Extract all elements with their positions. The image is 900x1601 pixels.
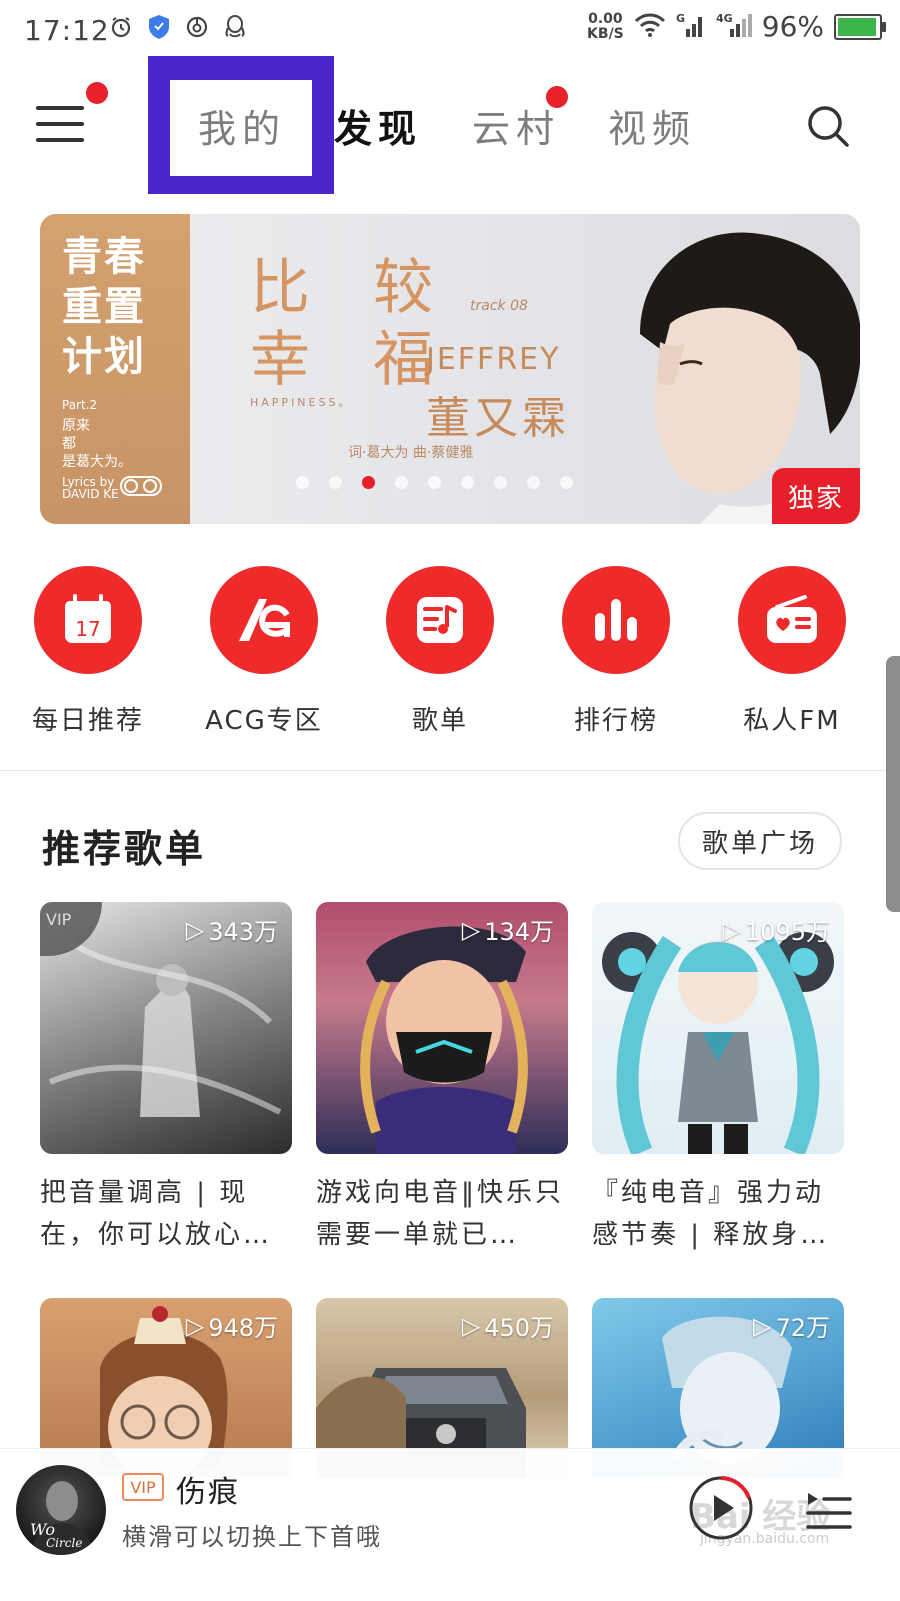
quick-personal-fm[interactable]: 私人FM (712, 566, 872, 737)
banner-pagination (296, 476, 573, 489)
banner-dot[interactable] (329, 476, 342, 489)
queue-icon (806, 1493, 852, 1529)
banner-dot[interactable] (494, 476, 507, 489)
chart-icon (562, 566, 670, 674)
banner-dot[interactable] (428, 476, 441, 489)
now-playing-cover[interactable]: Wo Circle (16, 1465, 106, 1555)
banner-dot[interactable] (296, 476, 309, 489)
tab-video[interactable]: 视频 (608, 98, 696, 153)
tab-mine[interactable]: 我的 (198, 98, 286, 153)
playlist-icon (386, 566, 494, 674)
banner-dot[interactable] (461, 476, 474, 489)
quick-entries: 17 每日推荐 ACG专区 歌单 排行榜 私人FM (0, 566, 900, 736)
playlist-cover: VIP ▷ 343万 (40, 902, 292, 1154)
swipe-hint: 横滑可以切换上下首哦 (122, 1523, 382, 1551)
acg-icon (210, 566, 318, 674)
play-count: ▷ 134万 (461, 915, 554, 947)
banner-artist-en: JEFFREY (426, 342, 561, 377)
scrollbar[interactable] (886, 656, 900, 912)
svg-text:G: G (676, 12, 685, 25)
play-icon: ▷ (722, 915, 741, 944)
playlist-cover: ▷ 1095万 (592, 902, 844, 1154)
playlist-square-button[interactable]: 歌单广场 (678, 812, 842, 870)
banner-dot[interactable] (527, 476, 540, 489)
net-speed: 0.00 KB/S (587, 10, 624, 42)
play-icon: ▷ (461, 915, 481, 944)
playlist-card[interactable]: ▷ 1095万 『纯电音』强力动感节奏 | 释放身… (592, 902, 844, 1256)
banner-album-panel: 青春重置计划 Part.2 原来 都 是葛大为。 Lyrics by DAVID… (40, 214, 190, 524)
playlist-title: 把音量调高 | 现在，你可以放心… (40, 1178, 273, 1250)
play-icon: ▷ (752, 1311, 772, 1340)
playlist-title: 游戏向电音‖快乐只需要一单就已… (316, 1178, 565, 1250)
wifi-icon (634, 12, 666, 42)
netease-icon (184, 14, 210, 40)
search-icon[interactable] (806, 104, 850, 148)
banner-song-title: 比 较 幸 福 (250, 253, 456, 395)
svg-text:17: 17 (75, 617, 100, 641)
play-count: ▷ 343万 (185, 915, 278, 947)
toggle-logo-icon (120, 476, 162, 496)
calendar-icon: 17 (34, 566, 142, 674)
banner-artist-cn: 董又霖 (426, 393, 570, 444)
banner-dot[interactable] (395, 476, 408, 489)
section-divider (0, 770, 900, 771)
quick-daily-recommend[interactable]: 17 每日推荐 (8, 566, 168, 737)
hamburger-icon (36, 106, 84, 110)
play-icon: ▷ (185, 1311, 205, 1340)
menu-notification-dot (86, 82, 108, 104)
play-icon (689, 1476, 753, 1540)
play-count: ▷ 1095万 (722, 915, 830, 947)
banner-track: track 08 (470, 298, 528, 314)
play-icon: ▷ (185, 915, 205, 944)
play-count: ▷ 450万 (461, 1311, 554, 1343)
top-nav: 我的 发现 云村 视频 (0, 56, 900, 194)
svg-text:4G: 4G (716, 12, 733, 25)
svg-text:Circle: Circle (46, 1536, 82, 1550)
quick-playlist[interactable]: 歌单 (360, 566, 520, 737)
banner-album-title: 青春重置计划 (62, 234, 146, 380)
signal-g-icon: G (676, 11, 706, 43)
exclusive-badge: 独家 (772, 468, 860, 524)
play-count: ▷ 72万 (752, 1311, 830, 1343)
play-icon: ▷ (461, 1311, 481, 1340)
shield-icon (146, 14, 172, 40)
menu-button[interactable] (36, 106, 84, 146)
qq-icon (222, 14, 248, 40)
quick-charts[interactable]: 排行榜 (536, 566, 696, 737)
tab-discover[interactable]: 发现 (334, 98, 422, 153)
cloud-village-notification-dot (546, 86, 568, 108)
playlist-cover: ▷ 134万 (316, 902, 568, 1154)
playlist-title: 『纯电音』强力动感节奏 | 释放身… (592, 1178, 830, 1250)
radio-icon (738, 566, 846, 674)
status-time: 17:12 (24, 14, 110, 47)
battery-percent: 96% (761, 10, 824, 43)
signal-4g-icon: 4G (716, 11, 752, 43)
banner-carousel[interactable]: 青春重置计划 Part.2 原来 都 是葛大为。 Lyrics by DAVID… (40, 214, 860, 524)
alarm-icon (108, 14, 134, 40)
play-count: ▷ 948万 (185, 1311, 278, 1343)
banner-dot[interactable] (560, 476, 573, 489)
section-title: 推荐歌单 (42, 827, 207, 871)
banner-dot[interactable] (362, 476, 375, 489)
mini-player[interactable]: Wo Circle VIP 伤痕 横滑可以切换上下首哦 Bai 经验 jingya… (0, 1448, 900, 1601)
play-pause-button[interactable] (688, 1475, 754, 1541)
playlist-queue-button[interactable] (804, 1483, 852, 1535)
now-playing-title: 伤痕 (176, 1475, 240, 1510)
banner-credits: 词·葛大为 曲·蔡健雅 (348, 445, 474, 461)
playlist-card[interactable]: VIP ▷ 343万 把音量调高 | 现在，你可以放心… (40, 902, 292, 1256)
vip-badge: VIP (122, 1473, 164, 1501)
battery-icon (834, 13, 886, 40)
playlist-card[interactable]: ▷ 134万 游戏向电音‖快乐只需要一单就已… (316, 902, 568, 1256)
tab-cloud-village[interactable]: 云村 (472, 98, 560, 153)
status-bar: 17:12 0.00 KB/S G 4G 96% (0, 0, 900, 62)
quick-acg-zone[interactable]: ACG专区 (184, 566, 344, 737)
